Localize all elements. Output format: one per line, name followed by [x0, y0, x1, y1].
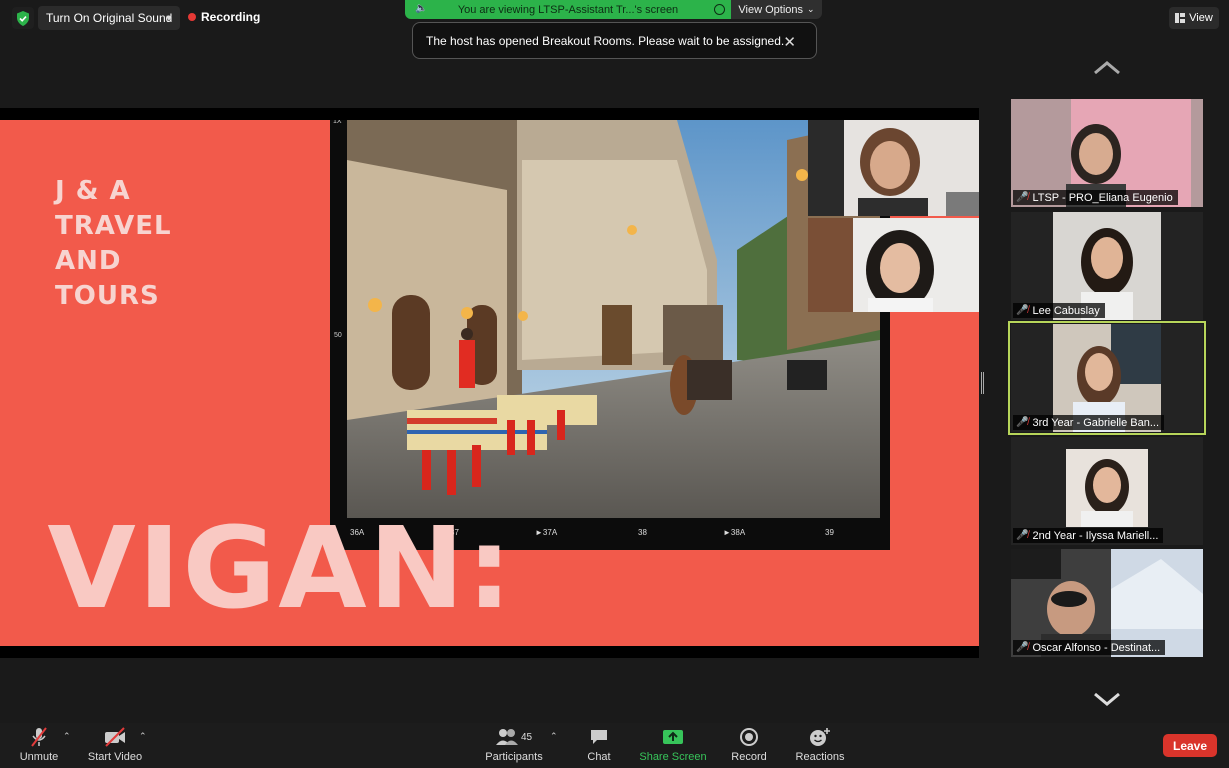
speaker-icon: 🔈 [415, 3, 428, 14]
record-icon [737, 726, 761, 748]
screen-share-text: You are viewing LTSP-Assistant Tr...'s s… [457, 3, 679, 16]
slide-title-line: TRAVEL [55, 211, 172, 241]
reactions-button[interactable]: Reactions [795, 723, 845, 768]
muted-mic-icon: 🎤̸ [1016, 305, 1029, 316]
security-shield-icon[interactable] [12, 7, 34, 29]
caret-down-icon[interactable]: ▼ [162, 10, 176, 26]
reactions-label: Reactions [795, 751, 845, 763]
slide-title-line: AND [55, 246, 122, 276]
caret-up-icon[interactable]: ⌃ [63, 731, 71, 742]
participant-name-tag: 🎤̸ LTSP - PRO_Eliana Eugenio [1013, 190, 1178, 205]
view-button[interactable]: View [1169, 7, 1219, 29]
participants-button[interactable]: 45 Participants [484, 723, 544, 768]
share-screen-button[interactable]: Share Screen [639, 723, 707, 768]
recording-dot-icon [188, 13, 196, 21]
original-sound-button[interactable]: Turn On Original Sound ▼ [38, 6, 180, 30]
film-label: ►37A [535, 528, 558, 537]
film-label: 39 [825, 528, 834, 537]
participant-name-tag: 🎤̸ 2nd Year - Ilyssa Mariell... [1013, 528, 1164, 543]
participant-tile[interactable]: 🎤̸ Oscar Alfonso - Destinat... [1011, 549, 1203, 657]
participant-tile[interactable]: 🎤̸ Lee Cabuslay [1011, 212, 1203, 320]
participant-name-tag: 🎤̸ Oscar Alfonso - Destinat... [1013, 640, 1166, 655]
participant-name-tag: 🎤̸ Lee Cabuslay [1013, 303, 1105, 318]
participant-name: 3rd Year - Gabrielle Ban... [1032, 416, 1160, 429]
slide-title: J & A TRAVEL AND TOURS [55, 174, 172, 314]
participant-tile[interactable]: 🎤̸ 2nd Year - Ilyssa Mariell... [1011, 437, 1203, 545]
chat-bubble-icon [587, 726, 611, 748]
participant-tile-active-speaker[interactable]: 🎤̸ 3rd Year - Gabrielle Ban... [1008, 321, 1206, 435]
caret-up-icon[interactable]: ⌃ [550, 731, 558, 742]
original-sound-label: Turn On Original Sound [46, 11, 173, 25]
record-button[interactable]: Record [731, 723, 767, 768]
share-screen-label: Share Screen [639, 751, 707, 763]
muted-mic-icon: 🎤̸ [1016, 642, 1029, 653]
chat-button[interactable]: Chat [584, 723, 614, 768]
film-side-mark: 1X [333, 120, 342, 125]
chevron-up-icon[interactable] [1092, 59, 1122, 77]
muted-mic-icon: 🎤̸ [1016, 192, 1029, 203]
film-frame: 1X 50 36A 37 ►37A 38 ►38A 39 [330, 120, 890, 550]
chat-label: Chat [587, 751, 611, 763]
view-label: View [1189, 12, 1213, 24]
participant-name: LTSP - PRO_Eliana Eugenio [1032, 191, 1173, 204]
unmute-label: Unmute [19, 751, 59, 763]
start-video-label: Start Video [87, 751, 143, 763]
slide-title-line: J & A [55, 176, 131, 206]
breakout-rooms-notification: The host has opened Breakout Rooms. Plea… [412, 22, 817, 59]
participant-name: Oscar Alfonso - Destinat... [1032, 641, 1161, 654]
notification-text: The host has opened Breakout Rooms. Plea… [426, 33, 785, 48]
recording-indicator[interactable]: Recording [188, 10, 260, 24]
film-side-mark: 50 [334, 332, 342, 339]
leave-button[interactable]: Leave [1163, 734, 1217, 757]
chevron-down-icon[interactable] [1092, 690, 1122, 708]
muted-mic-icon: 🎤̸ [1016, 530, 1029, 541]
presenter-camera-1 [808, 120, 979, 216]
share-screen-icon [661, 726, 685, 748]
participant-name: 2nd Year - Ilyssa Mariell... [1032, 529, 1159, 542]
slide-title-line: TOURS [55, 281, 160, 311]
participant-name-tag: 🎤̸ 3rd Year - Gabrielle Ban... [1013, 415, 1165, 430]
participant-name: Lee Cabuslay [1032, 304, 1100, 317]
muted-mic-icon [27, 726, 51, 748]
shared-screen: J & A TRAVEL AND TOURS 1X 50 36A 37 ►37A… [0, 108, 979, 658]
vigan-street-photo [347, 120, 880, 518]
film-label: ►38A [723, 528, 746, 537]
meeting-toolbar: Unmute ⌃ Start Video ⌃ 45 Participants ⌃… [0, 723, 1229, 768]
participant-tile[interactable]: 🎤̸ LTSP - PRO_Eliana Eugenio [1011, 99, 1203, 207]
view-options-button[interactable]: View Options ⌄ [731, 0, 822, 19]
video-off-icon [103, 726, 127, 748]
slide-big-heading: VIGAN: [47, 504, 515, 634]
panel-resize-handle[interactable] [981, 372, 984, 394]
caret-up-icon[interactable]: ⌃ [139, 731, 147, 742]
participants-label: Participants [485, 751, 543, 763]
unmute-button[interactable]: Unmute [18, 723, 60, 768]
muted-mic-icon: 🎤̸ [1016, 417, 1029, 428]
smiley-plus-icon [808, 726, 832, 748]
participants-count: 45 [520, 731, 533, 743]
grid-view-icon [1175, 13, 1186, 23]
chevron-down-icon: ⌄ [807, 4, 815, 14]
status-circle-icon [714, 4, 725, 15]
view-options-label: View Options [738, 3, 804, 16]
start-video-button[interactable]: Start Video [86, 723, 144, 768]
presenter-camera-2 [808, 218, 979, 312]
recording-label: Recording [201, 10, 261, 24]
record-label: Record [731, 751, 767, 763]
screen-share-banner: 🔈 You are viewing LTSP-Assistant Tr...'s… [405, 0, 731, 19]
close-icon[interactable]: ✕ [783, 33, 796, 51]
film-label: 38 [638, 528, 647, 537]
participants-icon: 45 [492, 726, 536, 748]
